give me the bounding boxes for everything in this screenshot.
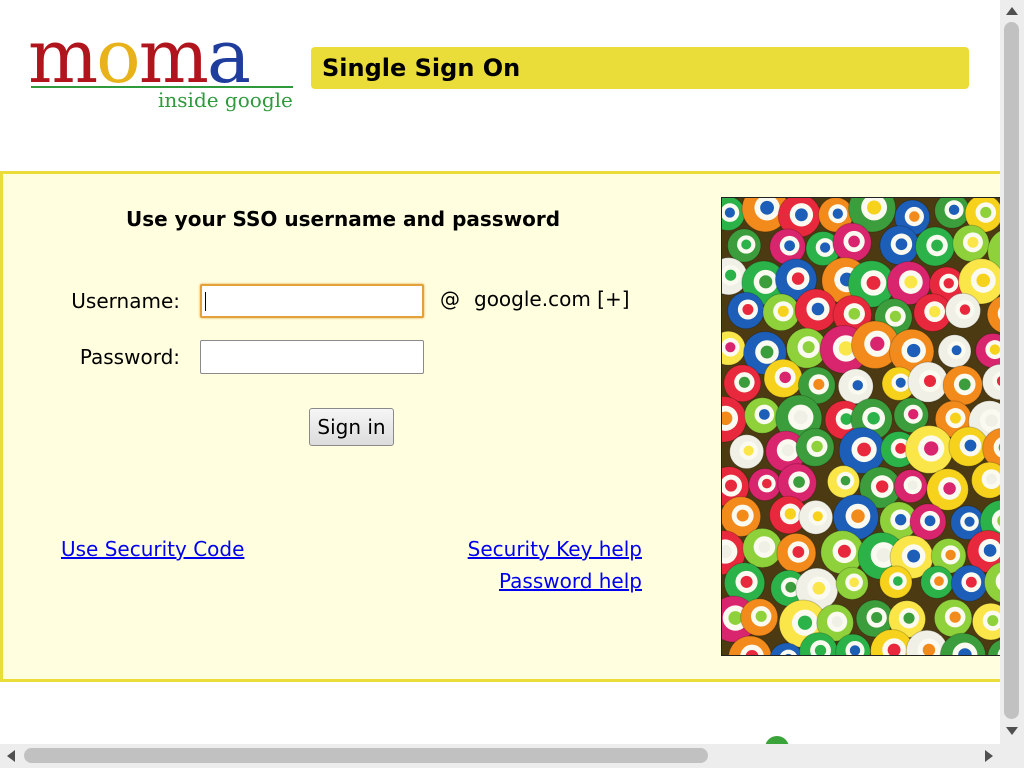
scroll-down-arrow-icon[interactable]: [1006, 727, 1018, 735]
moma-logo: moma inside google: [28, 14, 298, 122]
sign-in-button[interactable]: Sign in: [309, 408, 394, 446]
logo-letter: o: [96, 14, 141, 100]
username-label: Username:: [71, 289, 180, 313]
horizontal-scrollbar[interactable]: [0, 744, 1000, 768]
login-heading: Use your SSO username and password: [126, 207, 561, 231]
vertical-scroll-thumb[interactable]: [1004, 22, 1019, 719]
password-label: Password:: [79, 345, 180, 369]
page-title-bar: Single Sign On: [311, 47, 969, 89]
scroll-up-arrow-icon[interactable]: [1006, 7, 1018, 15]
scrollbar-corner: [1000, 744, 1024, 768]
candy-photo: [721, 197, 1002, 656]
domain-toggle[interactable]: google.com [+]: [474, 287, 630, 311]
logo-tagline: inside google: [158, 88, 293, 112]
at-sign: @: [440, 287, 460, 311]
domain-selector: @ google.com [+]: [440, 287, 630, 311]
horizontal-scroll-thumb[interactable]: [24, 748, 708, 763]
logo-letter: m: [138, 14, 209, 100]
scroll-left-arrow-icon[interactable]: [7, 750, 15, 762]
security-key-help-link[interactable]: Security Key help: [468, 537, 642, 561]
candy-image: [722, 198, 1002, 655]
page-title: Single Sign On: [322, 54, 521, 82]
password-input[interactable]: [200, 340, 424, 374]
vertical-scrollbar[interactable]: [1000, 0, 1024, 744]
text-cursor: [205, 292, 206, 311]
logo-letter: a: [206, 14, 251, 100]
scroll-right-arrow-icon[interactable]: [985, 750, 993, 762]
username-input[interactable]: [200, 284, 424, 318]
use-security-code-link[interactable]: Use Security Code: [61, 537, 244, 561]
logo-wordmark: moma: [28, 14, 251, 100]
password-help-link[interactable]: Password help: [499, 569, 642, 593]
logo-letter: m: [28, 14, 98, 100]
